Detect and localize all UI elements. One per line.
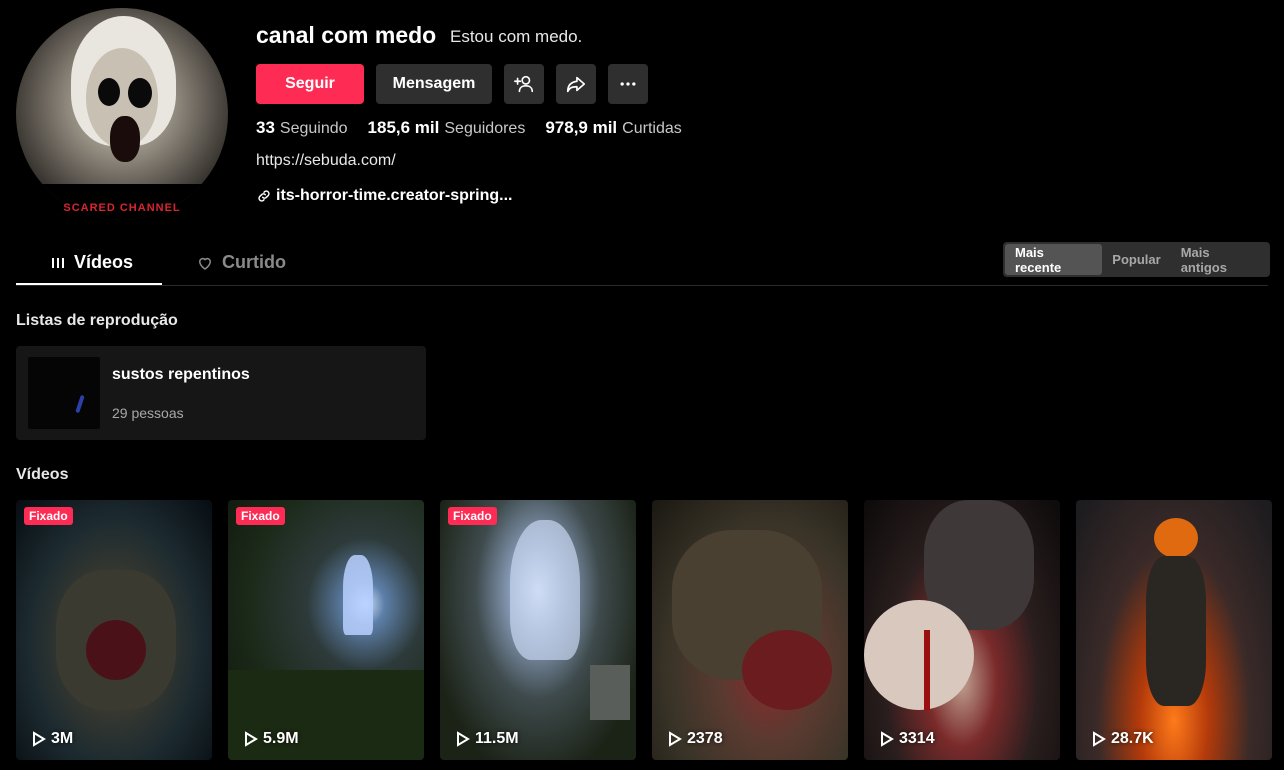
view-count-value: 5.9M [263,730,299,747]
playlists-title: Listas de reprodução [16,312,178,329]
view-count: 28.7K [1092,730,1154,748]
sort-oldest[interactable]: Mais antigos [1171,244,1268,275]
profile-link-text: its-horror-time.creator-spring... [276,187,513,204]
play-icon [457,731,470,747]
follow-button[interactable]: Seguir [256,64,364,104]
add-friend-button[interactable] [504,64,544,104]
pinned-badge: Fixado [236,507,285,525]
sort-control: Mais recente Popular Mais antigos [1003,242,1270,277]
profile-link[interactable]: its-horror-time.creator-spring... [256,187,512,205]
more-icon [620,82,636,86]
view-count-value: 28.7K [1111,730,1154,747]
more-button[interactable] [608,64,648,104]
tab-liked[interactable]: Curtido [196,252,286,273]
tab-active-indicator [16,283,162,285]
tab-videos[interactable]: Vídeos [50,252,133,273]
playlist-count: 29 pessoas [112,405,184,421]
tab-liked-label: Curtido [222,252,286,272]
link-icon [258,190,270,202]
share-icon [566,76,586,93]
view-count-value: 11.5M [475,730,519,747]
view-count-value: 2378 [687,730,723,747]
playlist-thumbnail [28,357,100,429]
add-user-icon [514,75,534,93]
play-icon [881,731,894,747]
grid-icon [52,257,64,268]
stat-followers[interactable]: 185,6 mil Seguidores [368,118,526,138]
view-count: 2378 [668,730,723,748]
profile-username: canal com medo [256,22,437,48]
stat-likes: 978,9 mil Curtidas [545,118,681,138]
pinned-badge: Fixado [24,507,73,525]
view-count-value: 3M [51,730,74,747]
stat-following[interactable]: 33 Seguindo [256,118,348,138]
video-card[interactable]: 2378 [652,500,848,760]
profile-bio: https://sebuda.com/ [256,152,396,169]
pinned-badge: Fixado [448,507,497,525]
sort-popular[interactable]: Popular [1102,244,1170,275]
sort-latest[interactable]: Mais recente [1005,244,1103,275]
profile-nickname: Estou com medo. [450,27,583,46]
video-card[interactable]: Fixado 3M [16,500,212,760]
video-grid: Fixado 3M Fixado 5.9M Fixado 11.5M 2378 [16,500,1272,760]
followers-label: Seguidores [444,120,526,137]
following-count: 33 [256,118,275,137]
avatar-caption: SCARED CHANNEL [63,202,181,214]
message-button[interactable]: Mensagem [376,64,492,104]
playlist-name: sustos repentinos [112,366,250,383]
avatar [16,8,228,220]
tab-videos-label: Vídeos [74,252,134,272]
playlist-item[interactable]: sustos repentinos 29 pessoas [16,346,426,440]
share-button[interactable] [556,64,596,104]
play-icon [33,731,46,747]
following-label: Seguindo [279,120,348,137]
video-card[interactable]: Fixado 11.5M [440,500,636,760]
play-icon [1093,731,1106,747]
videos-title: Vídeos [16,466,69,483]
likes-label: Curtidas [622,120,682,137]
view-count: 3M [32,730,73,748]
profile-stats: 33 Seguindo 185,6 mil Seguidores 978,9 mil… [256,118,682,138]
view-count: 3314 [880,730,935,748]
followers-count: 185,6 mil [367,118,440,137]
video-card[interactable]: 3314 [864,500,1060,760]
profile-avatar[interactable]: SCARED CHANNEL [16,8,228,220]
view-count: 5.9M [244,730,299,748]
view-count-value: 3314 [899,730,935,747]
likes-count: 978,9 mil [545,118,618,137]
play-icon [669,731,682,747]
view-count: 11.5M [456,730,519,748]
heart-icon [198,257,212,270]
play-icon [245,731,258,747]
video-card[interactable]: 28.7K [1076,500,1272,760]
video-card[interactable]: Fixado 5.9M [228,500,424,760]
